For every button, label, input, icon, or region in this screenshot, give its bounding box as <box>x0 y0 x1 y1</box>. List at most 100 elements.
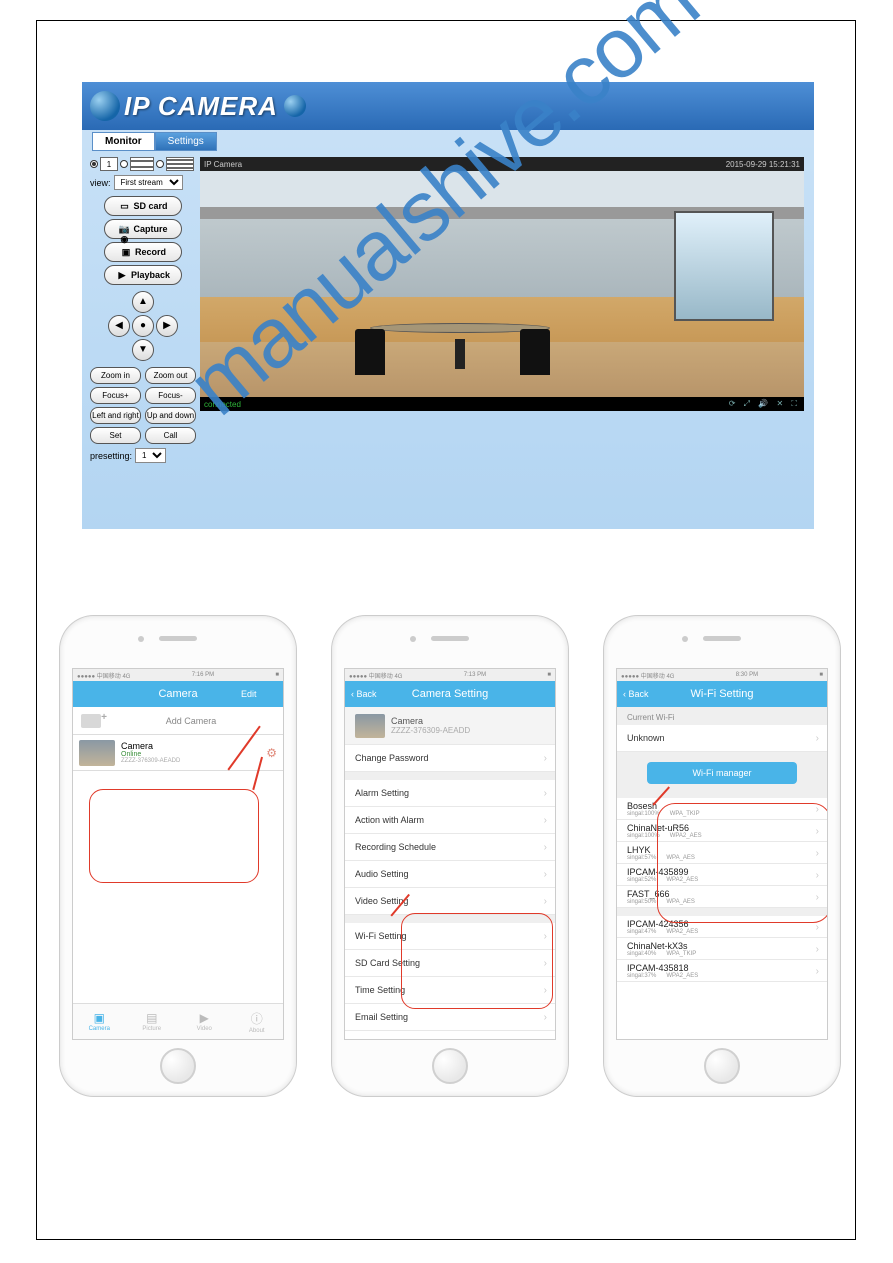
tab-about[interactable]: ⓘAbout <box>231 1004 284 1039</box>
phone-camera-setting: ●●●●● 中国移动 4G7:13 PM■ ‹ Back Camera Sett… <box>332 616 568 1096</box>
home-button[interactable] <box>432 1048 468 1084</box>
phone-front-camera <box>682 636 688 642</box>
wifi-manager-button[interactable]: Wi-Fi manager <box>647 762 797 784</box>
record-button[interactable]: ▣Record <box>104 242 182 262</box>
ipc-sidebar: 1 view: First stream ▭SD card ◉Capture ▣… <box>82 151 200 467</box>
zoom-in-button[interactable]: Zoom in <box>90 367 141 384</box>
back-button[interactable]: ‹ Back <box>623 689 659 699</box>
phone-front-camera <box>138 636 144 642</box>
annotation-callout <box>89 789 259 883</box>
phone-speaker <box>703 636 741 641</box>
sdcard-icon: ▭ <box>118 201 130 211</box>
record-icon: ▣ <box>120 247 132 257</box>
setting-row-video-setting[interactable]: Video Setting› <box>345 888 555 915</box>
annotation-callout <box>401 913 553 1009</box>
ptz-right-button[interactable]: ▶ <box>156 315 178 337</box>
layout-1up[interactable]: 1 <box>100 157 118 171</box>
video-feed[interactable]: connected ⟳ ⤢ 🔊 ✕ ⛶ <box>200 171 804 411</box>
phone-speaker <box>159 636 197 641</box>
home-button[interactable] <box>704 1048 740 1084</box>
setting-row-change-password[interactable]: Change Password› <box>345 745 555 772</box>
setting-row-audio-setting[interactable]: Audio Setting› <box>345 861 555 888</box>
feed-controls[interactable]: ⟳ ⤢ 🔊 ✕ ⛶ <box>729 399 800 409</box>
layout-4up[interactable] <box>130 157 154 171</box>
view-select[interactable]: First stream <box>114 175 183 190</box>
ipcamera-panel: IP CAMERA Monitor Settings 1 view: First… <box>82 82 814 529</box>
ipc-tabs: Monitor Settings <box>92 132 814 151</box>
nav-bar: ‹ Back Camera Setting <box>345 681 555 707</box>
ptz-left-button[interactable]: ◀ <box>108 315 130 337</box>
layout-radio-4[interactable] <box>120 160 128 168</box>
setting-row-action-with-alarm[interactable]: Action with Alarm› <box>345 807 555 834</box>
layout-radio-1[interactable] <box>90 160 98 168</box>
flip-ud-button[interactable]: Up and down <box>145 407 196 424</box>
chevron-right-icon: › <box>816 966 819 977</box>
video-icon: ▶ <box>200 1011 209 1025</box>
feed-name: IP Camera <box>204 160 242 169</box>
annotation-callout <box>657 803 828 923</box>
ptz-down-button[interactable]: ▼ <box>132 339 154 361</box>
preset-set-button[interactable]: Set <box>90 427 141 444</box>
wifi-network-row[interactable]: IPCAM-435818singal:37%WPA2_AES› <box>617 960 827 982</box>
video-feed-area: IP Camera 2015-09-29 15:21:31 connected … <box>200 151 814 467</box>
flip-lr-button[interactable]: Left and right <box>90 407 141 424</box>
tab-settings[interactable]: Settings <box>155 132 217 151</box>
current-wifi-label: Current Wi-Fi <box>617 707 827 725</box>
tab-picture[interactable]: ▤Picture <box>126 1004 179 1039</box>
focus-plus-button[interactable]: Focus+ <box>90 387 141 404</box>
settings-icon[interactable]: ⚙ <box>266 746 277 760</box>
phone-speaker <box>431 636 469 641</box>
add-camera-row[interactable]: Add Camera <box>73 707 283 735</box>
chevron-right-icon: › <box>544 869 547 880</box>
focus-minus-button[interactable]: Focus- <box>145 387 196 404</box>
capture-button[interactable]: ◉Capture <box>104 219 182 239</box>
setting-row-alarm-setting[interactable]: Alarm Setting› <box>345 780 555 807</box>
picture-icon: ▤ <box>146 1011 157 1025</box>
chevron-right-icon: › <box>544 788 547 799</box>
edit-button[interactable]: Edit <box>241 689 277 699</box>
ptz-center-button[interactable]: ● <box>132 315 154 337</box>
camera-icon: ▣ <box>94 1011 105 1025</box>
chevron-right-icon: › <box>544 1012 547 1023</box>
chevron-right-icon: › <box>544 753 547 764</box>
chevron-right-icon: › <box>544 842 547 853</box>
camera-thumbnail <box>355 714 385 738</box>
current-wifi-row[interactable]: Unknown› <box>617 725 827 752</box>
layout-radio-9[interactable] <box>156 160 164 168</box>
chevron-right-icon: › <box>816 733 819 744</box>
globe-icon <box>90 91 120 121</box>
presetting-select[interactable]: 1 <box>135 448 166 463</box>
globe-icon <box>284 95 306 117</box>
nav-bar: Camera Edit <box>73 681 283 707</box>
presetting-label: presetting: <box>90 451 132 461</box>
back-button[interactable]: ‹ Back <box>351 689 387 699</box>
ipc-header: IP CAMERA <box>82 82 814 130</box>
zoom-out-button[interactable]: Zoom out <box>145 367 196 384</box>
setting-row-recording-schedule[interactable]: Recording Schedule› <box>345 834 555 861</box>
phone-camera-list: ●●●●● 中国移动 4G7:16 PM■ Camera Edit Add Ca… <box>60 616 296 1096</box>
tab-monitor[interactable]: Monitor <box>92 132 155 151</box>
camera-list-item[interactable]: Camera Online ZZZZ-376309-AEADD ⚙ <box>73 735 283 771</box>
playback-button[interactable]: ▶Playback <box>104 265 182 285</box>
chevron-right-icon: › <box>544 896 547 907</box>
camera-header-row[interactable]: CameraZZZZ-376309-AEADD <box>345 707 555 745</box>
add-camera-icon <box>81 714 101 728</box>
layout-9up[interactable] <box>166 157 194 171</box>
camera-icon: ◉ <box>118 224 130 234</box>
brand-title: IP CAMERA <box>124 91 278 122</box>
chevron-right-icon: › <box>816 944 819 955</box>
tab-camera[interactable]: ▣Camera <box>73 1004 126 1039</box>
wifi-network-row[interactable]: ChinaNet-kX3ssingal:40%WPA_TKIP› <box>617 938 827 960</box>
phone-front-camera <box>410 636 416 642</box>
phone-wifi-setting: ●●●●● 中国移动 4G8:30 PM■ ‹ Back Wi-Fi Setti… <box>604 616 840 1096</box>
feed-status: connected <box>204 400 241 409</box>
ptz-pad: ▲ ◀ ● ▶ ▼ <box>90 291 196 361</box>
view-label: view: <box>90 178 111 188</box>
nav-title: Camera Setting <box>387 688 513 700</box>
home-button[interactable] <box>160 1048 196 1084</box>
tab-video[interactable]: ▶Video <box>178 1004 231 1039</box>
ptz-up-button[interactable]: ▲ <box>132 291 154 313</box>
preset-call-button[interactable]: Call <box>145 427 196 444</box>
camera-thumbnail <box>79 740 115 766</box>
sdcard-button[interactable]: ▭SD card <box>104 196 182 216</box>
